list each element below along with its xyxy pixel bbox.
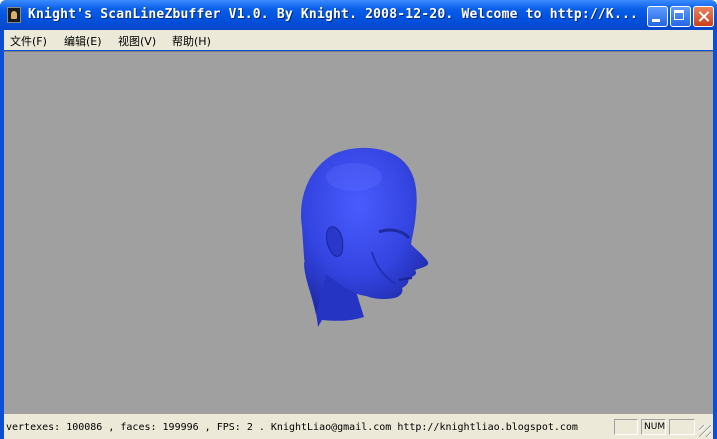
app-window: Knight's ScanLineZbuffer V1.0. By Knight… — [0, 0, 717, 439]
close-button[interactable] — [693, 6, 714, 27]
status-pane-1 — [614, 419, 638, 435]
minimize-button[interactable] — [647, 6, 668, 27]
menu-help[interactable]: 帮助(H) — [172, 33, 211, 49]
window-title: Knight's ScanLineZbuffer V1.0. By Knight… — [28, 7, 638, 22]
app-icon[interactable] — [7, 7, 21, 23]
menu-view[interactable]: 视图(V) — [118, 33, 156, 49]
menu-file[interactable]: 文件(F) — [10, 33, 47, 49]
status-pane-3 — [669, 419, 695, 435]
head-highlight — [326, 163, 382, 191]
status-pane-num: NUM — [641, 419, 666, 435]
head-model — [301, 147, 429, 327]
title-bar[interactable]: Knight's ScanLineZbuffer V1.0. By Knight… — [0, 0, 717, 30]
status-bar: vertexes: 100086 , faces: 199996 , FPS: … — [4, 414, 713, 439]
resize-grip[interactable] — [699, 425, 711, 437]
render-viewport[interactable] — [4, 51, 713, 414]
status-info: vertexes: 100086 , faces: 199996 , FPS: … — [6, 422, 578, 433]
menu-bar: 文件(F) 编辑(E) 视图(V) 帮助(H) — [4, 30, 713, 50]
maximize-button[interactable] — [670, 6, 691, 27]
menu-edit[interactable]: 编辑(E) — [64, 33, 102, 49]
